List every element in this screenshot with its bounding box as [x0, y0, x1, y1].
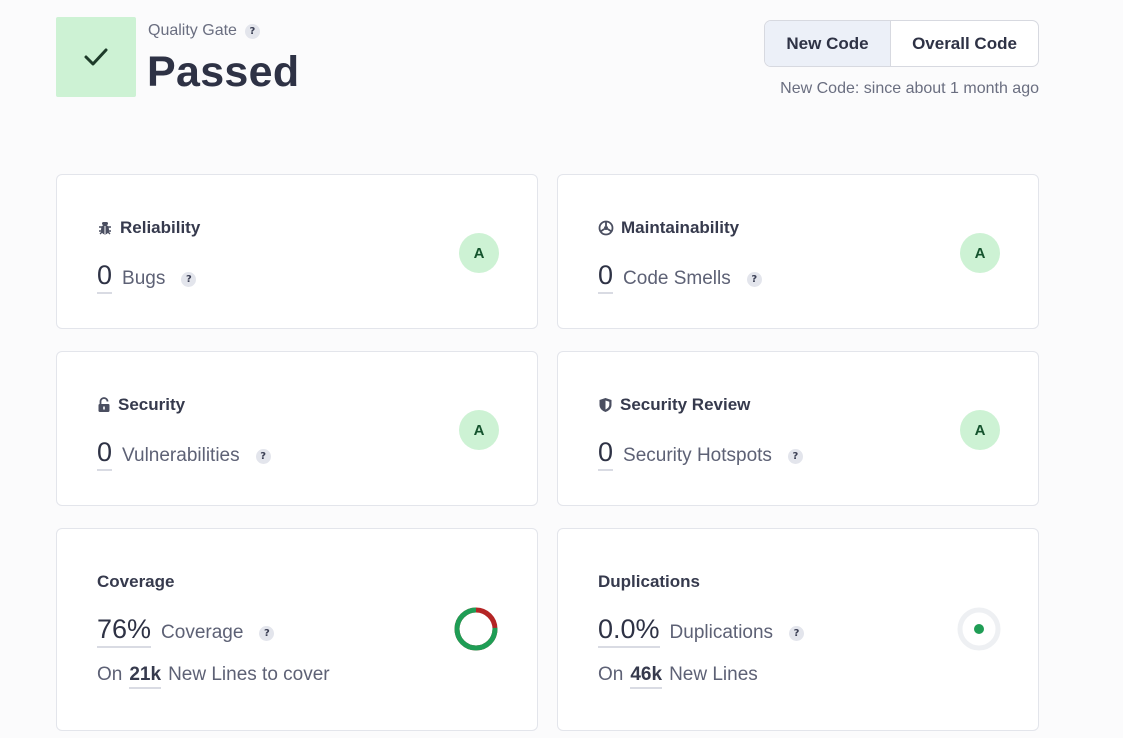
quality-gate-status: Passed [147, 48, 300, 96]
overall-code-toggle[interactable]: Overall Code [891, 21, 1038, 66]
security-review-card: Security Review 0 Security Hotspots ? A [557, 351, 1039, 506]
metric: 0 Bugs ? [97, 259, 197, 294]
quality-gate-label: Quality Gate ? [148, 22, 260, 40]
code-smells-count[interactable]: 0 [598, 259, 614, 294]
help-icon[interactable]: ? [746, 272, 762, 287]
security-review-rating[interactable]: A [960, 410, 1000, 450]
card-title: Maintainability [598, 218, 739, 238]
help-icon[interactable]: ? [787, 449, 803, 464]
help-icon[interactable]: ? [181, 272, 197, 287]
duplications-label: Duplications [669, 622, 774, 643]
security-hotspots-label: Security Hotspots [623, 445, 772, 466]
sub-prefix: On [598, 664, 624, 685]
coverage-label: Coverage [161, 622, 244, 643]
new-code-period-text: New Code: since about 1 month ago [780, 80, 1039, 97]
check-icon [84, 48, 108, 66]
card-title-text: Duplications [598, 572, 701, 591]
metric: 0.0% Duplications ? [598, 613, 805, 648]
maintainability-rating[interactable]: A [960, 233, 1000, 273]
card-title: Security Review [598, 395, 750, 415]
coverage-card: Coverage 76% Coverage ? On 21k New Lines… [56, 528, 538, 731]
new-lines-count[interactable]: 46k [630, 664, 663, 689]
coverage-percent[interactable]: 76% [97, 613, 152, 648]
card-title-text: Maintainability [621, 218, 740, 237]
lock-icon [98, 397, 110, 412]
help-icon[interactable]: ? [244, 23, 260, 39]
reliability-card: Reliability 0 Bugs ? A [56, 174, 538, 329]
security-rating[interactable]: A [459, 410, 499, 450]
card-title: Coverage [97, 572, 174, 592]
quality-gate-label-text: Quality Gate [148, 22, 237, 39]
card-title-text: Coverage [97, 572, 175, 591]
sub-suffix: New Lines [669, 664, 758, 685]
coverage-lines-to-cover: On 21k New Lines to cover [97, 664, 330, 689]
vulnerabilities-count[interactable]: 0 [97, 436, 113, 471]
coverage-donut-icon[interactable] [453, 606, 499, 652]
reliability-rating[interactable]: A [459, 233, 499, 273]
security-card: Security 0 Vulnerabilities ? A [56, 351, 538, 506]
code-smells-label: Code Smells [623, 268, 731, 289]
metric: 0 Security Hotspots ? [598, 436, 803, 471]
maintainability-card: Maintainability 0 Code Smells ? A [557, 174, 1039, 329]
lines-to-cover-count[interactable]: 21k [129, 664, 162, 689]
help-icon[interactable]: ? [789, 626, 805, 641]
help-icon[interactable]: ? [259, 626, 275, 641]
bugs-count[interactable]: 0 [97, 259, 113, 294]
metric: 0 Code Smells ? [598, 259, 762, 294]
card-title-text: Security Review [620, 395, 751, 414]
card-title: Duplications [598, 572, 700, 592]
card-title-text: Security [118, 395, 186, 414]
new-code-toggle[interactable]: New Code [765, 21, 891, 66]
duplications-indicator-icon[interactable] [956, 606, 1002, 652]
duplications-percent[interactable]: 0.0% [598, 613, 660, 648]
duplications-new-lines: On 46k New Lines [598, 664, 758, 689]
bugs-label: Bugs [122, 268, 166, 289]
quality-gate-status-box [56, 17, 136, 97]
shield-icon [599, 398, 612, 412]
help-icon[interactable]: ? [255, 449, 271, 464]
bug-icon [99, 222, 111, 235]
metric: 0 Vulnerabilities ? [97, 436, 271, 471]
period-toggle: New Code Overall Code [764, 20, 1039, 67]
sub-prefix: On [97, 664, 123, 685]
vulnerabilities-label: Vulnerabilities [122, 445, 240, 466]
card-title: Security [97, 395, 185, 415]
security-hotspots-count[interactable]: 0 [598, 436, 614, 471]
card-title-text: Reliability [120, 218, 201, 237]
maintainability-icon [598, 220, 614, 236]
metric: 76% Coverage ? [97, 613, 275, 648]
card-title: Reliability [97, 218, 200, 238]
sub-suffix: New Lines to cover [168, 664, 330, 685]
duplications-card: Duplications 0.0% Duplications ? On 46k … [557, 528, 1039, 731]
